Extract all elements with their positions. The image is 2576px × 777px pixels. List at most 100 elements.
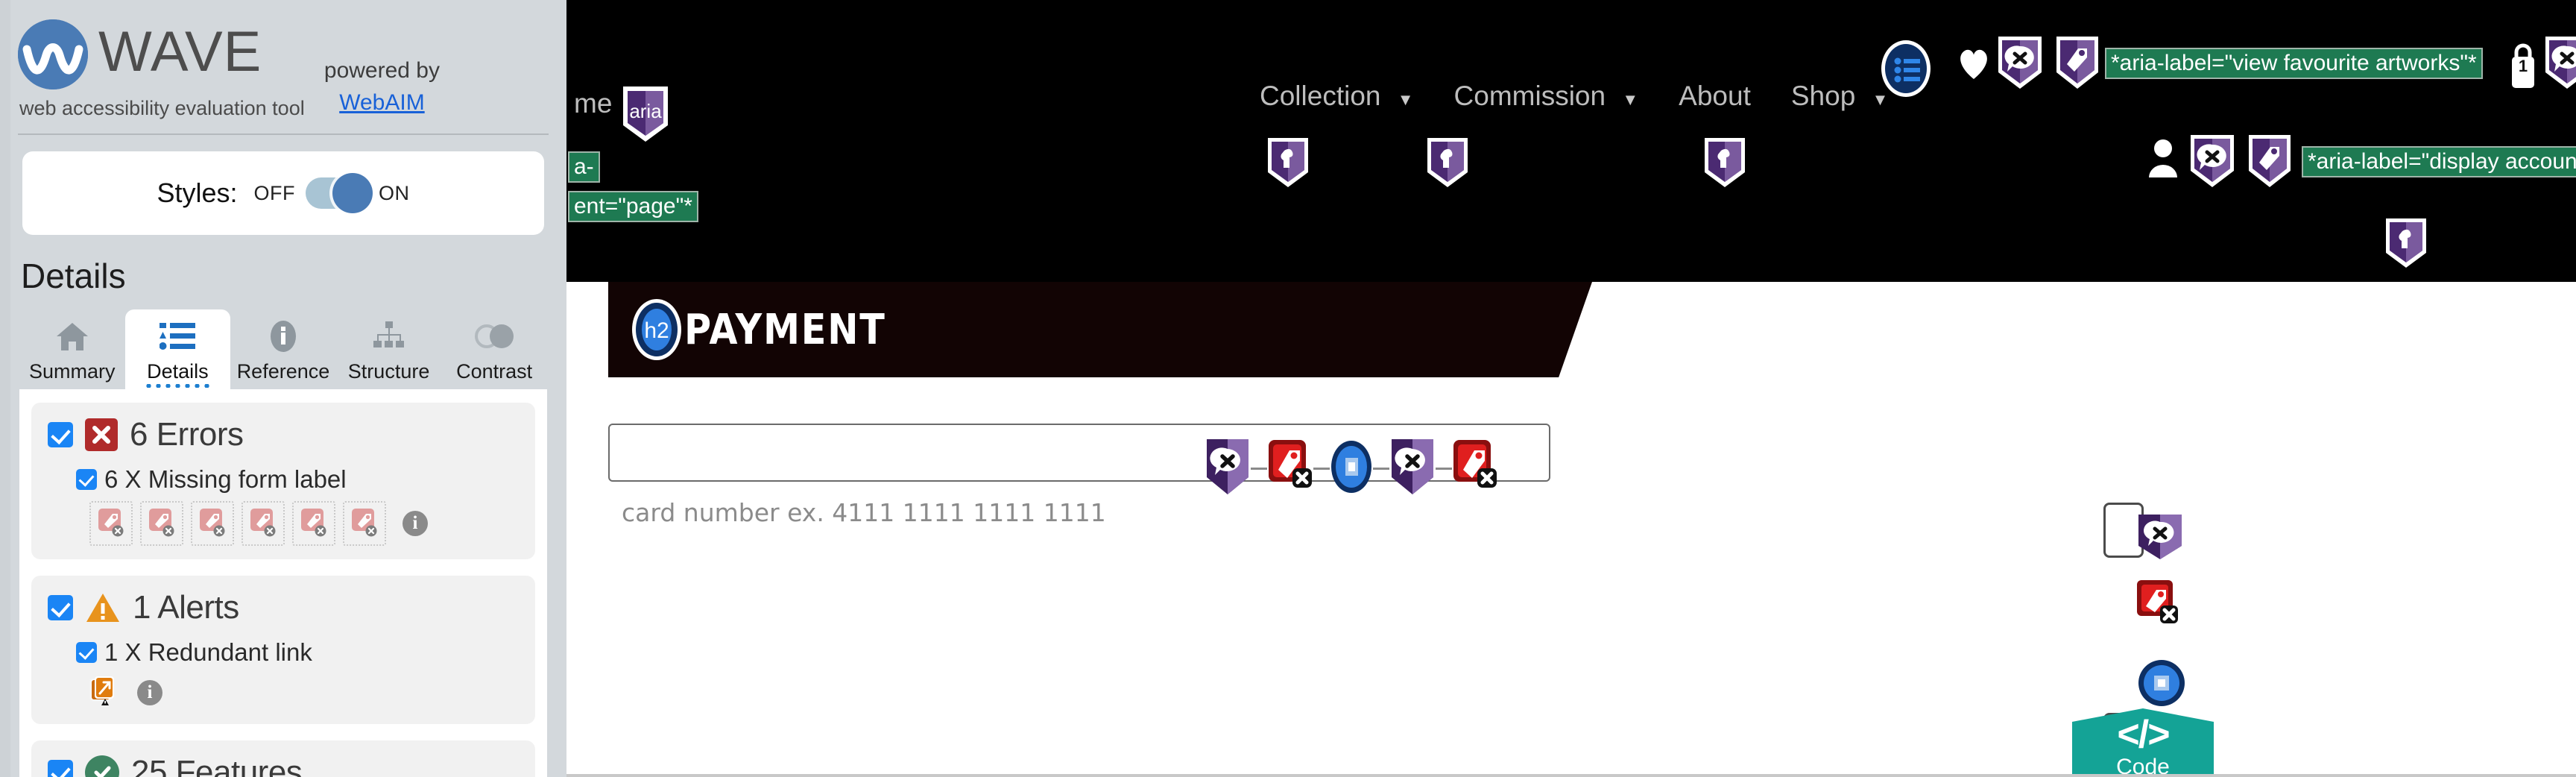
nav-home-label-truncated[interactable]: me [574, 88, 612, 119]
device-access-shield-icon[interactable] [1702, 136, 1747, 193]
error-item-checkbox[interactable] [76, 469, 97, 490]
missing-form-label-icon[interactable] [140, 501, 183, 546]
nav-link-collection[interactable]: Collection ▼ [1260, 81, 1414, 112]
nav-link-collection-label: Collection [1260, 81, 1381, 111]
payment-form: card number ex. 4111 1111 1111 1111 [566, 424, 2576, 527]
alerts-category-title: 1 Alerts [133, 589, 239, 626]
category-card-errors: 6 Errors 6 X Missing form label i [31, 403, 535, 559]
feature-check-badge [85, 755, 119, 777]
card-number-help-text: card number ex. 4111 1111 1111 1111 [622, 498, 1106, 527]
category-card-features: 25 Features [31, 740, 535, 777]
shopping-bag-icon[interactable]: 1 [2504, 42, 2542, 98]
wave-logo-icon [18, 19, 88, 89]
app-root: WAVE powered by WebAIM web accessibility… [0, 0, 2576, 777]
styles-toggle-knob[interactable] [332, 173, 373, 213]
powered-by-label: powered by [323, 58, 440, 83]
account-person-icon[interactable] [2145, 137, 2181, 183]
nav-link-commission[interactable]: Commission ▼ [1454, 81, 1639, 112]
annotation-connector [1436, 468, 1452, 470]
heart-icon[interactable] [1956, 46, 1992, 84]
alert-item-info-icon[interactable]: i [137, 679, 162, 705]
wave-sidebar: WAVE powered by WebAIM web accessibility… [0, 0, 566, 777]
tab-contrast[interactable]: Contrast [441, 309, 547, 389]
category-card-alerts: 1 Alerts 1 X Redundant link i [31, 576, 535, 724]
missing-form-label-icon[interactable] [242, 501, 285, 546]
tab-summary-label: Summary [29, 360, 116, 383]
styles-toggle-row[interactable]: Styles: OFF ON [22, 151, 544, 235]
alert-item-checkbox[interactable] [76, 642, 97, 663]
broken-aria-reference-icon[interactable] [2543, 34, 2576, 95]
contrast-circles-icon [441, 317, 547, 356]
tab-active-indicator [144, 384, 212, 388]
missing-form-label-icon[interactable] [2136, 579, 2188, 635]
alert-item-title: 1 X Redundant link [104, 638, 312, 666]
nav-link-list: Collection ▼ Commission ▼ About Shop ▼ [1260, 81, 1928, 112]
tab-reference-label: Reference [236, 360, 330, 383]
aria-shield-icon[interactable]: aria [620, 84, 671, 148]
features-category-title: 25 Features [131, 754, 303, 777]
annotation-connector [1251, 468, 1267, 470]
styles-label: Styles: [157, 177, 238, 208]
tab-details-label: Details [147, 360, 209, 383]
aria-label-tag-icon[interactable] [2054, 34, 2100, 95]
webaim-link[interactable]: WebAIM [324, 87, 440, 119]
form-control-feature-icon[interactable] [2138, 659, 2185, 711]
error-item-info-icon[interactable]: i [402, 511, 428, 536]
favourite-aria-label-text: *aria-label="view favourite artworks"* [2105, 48, 2483, 79]
form-control-feature-icon[interactable] [1330, 437, 1373, 500]
nav-link-shop[interactable]: Shop ▼ [1791, 81, 1888, 112]
tab-structure[interactable]: Structure [336, 309, 442, 389]
missing-form-label-icon[interactable] [191, 501, 234, 546]
details-panel-body: 6 Errors 6 X Missing form label i 1 Aler… [19, 389, 547, 777]
missing-form-label-icon[interactable] [1267, 437, 1313, 500]
panel-heading: Details [21, 257, 126, 295]
annotation-connector [1313, 468, 1330, 470]
missing-form-label-icon[interactable] [343, 501, 386, 546]
tab-details[interactable]: Details [124, 309, 231, 389]
tab-structure-label: Structure [347, 360, 430, 383]
page-bottom-divider [566, 774, 2576, 777]
nav-link-about[interactable]: About [1679, 81, 1751, 112]
missing-form-label-icon[interactable] [292, 501, 335, 546]
code-tooltip[interactable]: </> Code [2072, 708, 2214, 777]
alert-icon-strip: i [89, 674, 519, 711]
sitemap-icon [336, 317, 442, 356]
device-access-shield-icon[interactable] [1266, 136, 1310, 193]
alert-triangle-badge [85, 591, 121, 624]
broken-aria-reference-icon[interactable] [1996, 34, 2044, 95]
broken-aria-reference-icon[interactable] [1205, 437, 1251, 500]
site-navbar: me aria a- ent="page"* Collection ▼ Comm… [566, 0, 2576, 282]
device-access-shield-icon[interactable] [2384, 216, 2428, 274]
alerts-category-checkbox[interactable] [48, 595, 73, 620]
features-category-checkbox[interactable] [48, 760, 73, 777]
home-icon [19, 317, 125, 356]
error-x-badge [85, 418, 118, 451]
styles-off-label: OFF [253, 181, 296, 204]
list-circle-icon[interactable] [1880, 39, 1932, 102]
redundant-link-icon[interactable] [89, 674, 121, 711]
styles-toggle-switch[interactable] [306, 173, 373, 213]
sidebar-scrollbar[interactable] [0, 0, 10, 777]
errors-category-checkbox[interactable] [48, 422, 73, 447]
wave-brand-title: WAVE [98, 20, 262, 84]
tab-summary[interactable]: Summary [19, 309, 125, 389]
broken-aria-reference-icon[interactable] [2188, 133, 2236, 193]
aria-label-tag-icon[interactable] [2247, 133, 2293, 193]
error-item-row: 6 X Missing form label [76, 465, 519, 494]
broken-aria-reference-icon[interactable] [2136, 513, 2184, 564]
device-access-shield-icon[interactable] [1425, 136, 1470, 193]
error-icon-strip: i [89, 501, 519, 546]
wave-branding: WAVE powered by WebAIM web accessibility… [0, 0, 566, 135]
input-annotation-icon-row [1205, 437, 1498, 500]
wave-tab-bar: Summary Details Reference Structure Cont… [19, 309, 547, 389]
info-circle-icon [230, 317, 336, 356]
error-item-title: 6 X Missing form label [104, 465, 347, 493]
wave-tagline: web accessibility evaluation tool [19, 97, 305, 119]
missing-form-label-icon[interactable] [89, 501, 133, 546]
broken-aria-reference-icon[interactable] [1389, 437, 1436, 500]
alert-item-row: 1 X Redundant link [76, 638, 519, 667]
missing-form-label-icon[interactable] [1452, 437, 1498, 500]
tab-reference[interactable]: Reference [230, 309, 336, 389]
h2-heading-icon[interactable]: h2 [631, 298, 683, 362]
svg-text:aria: aria [629, 100, 662, 122]
